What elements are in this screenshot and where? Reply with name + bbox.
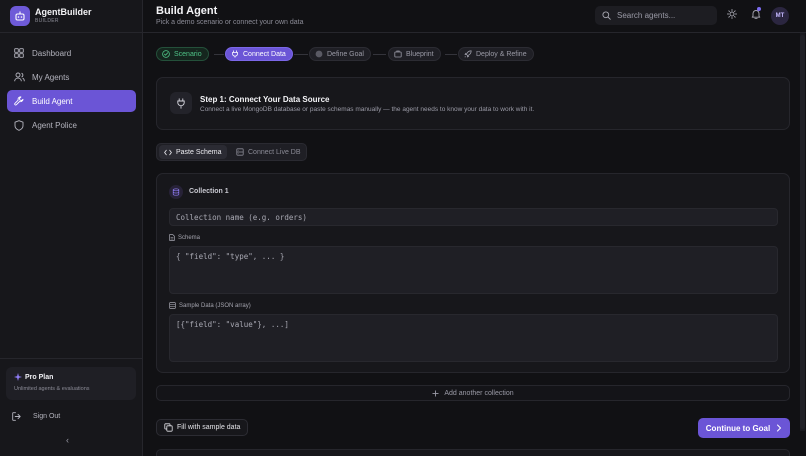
plug-icon <box>231 50 239 58</box>
chevron-right-icon <box>776 424 782 432</box>
users-icon <box>13 71 25 83</box>
notification-dot <box>757 7 761 11</box>
wrench-icon <box>13 95 25 107</box>
sidebar-item-label: My Agents <box>32 72 70 82</box>
fill-sample-data-button[interactable]: Fill with sample data <box>156 419 249 436</box>
tab-connect-live-db[interactable]: Connect Live DB <box>231 145 306 159</box>
database-icon <box>236 148 244 156</box>
step-deploy-refine[interactable]: Deploy & Refine <box>458 47 534 61</box>
tab-label: Connect Live DB <box>248 148 301 156</box>
schema-label-text: Schema <box>178 234 201 241</box>
pro-plan-title: Pro Plan <box>25 374 54 381</box>
data-source-tabs: Paste Schema Connect Live DB <box>156 143 307 161</box>
sample-data-textarea[interactable] <box>169 314 778 362</box>
continue-label: Continue to Goal <box>705 423 771 433</box>
circle-icon <box>315 50 323 58</box>
page-title: Build Agent <box>156 5 218 17</box>
add-collection-label: Add another collection <box>444 389 514 397</box>
sidebar: AgentBuilder BUILDER Dashboard My Agents… <box>0 0 143 456</box>
pro-plan-subtitle: Unlimited agents & evaluations <box>14 386 90 392</box>
theme-toggle-icon[interactable] <box>727 9 737 19</box>
next-card-edge <box>156 449 790 456</box>
step-label: Define Goal <box>327 50 364 58</box>
scrollbar-thumb[interactable] <box>800 35 805 429</box>
sign-out-button[interactable]: Sign Out <box>12 412 60 421</box>
search-icon <box>602 11 611 20</box>
table-icon <box>169 302 176 309</box>
robot-icon <box>10 6 30 26</box>
search-box[interactable] <box>595 6 717 25</box>
pro-plan-card[interactable]: Pro Plan Unlimited agents & evaluations <box>6 367 136 400</box>
brand: AgentBuilder BUILDER <box>0 0 142 33</box>
step-label: Blueprint <box>406 50 434 58</box>
tab-label: Paste Schema <box>176 148 222 156</box>
step-connector <box>214 54 224 55</box>
scrollbar[interactable] <box>800 33 805 431</box>
continue-to-goal-button[interactable]: Continue to Goal <box>698 418 790 438</box>
step-label: Scenario <box>174 50 202 58</box>
page-subtitle: Pick a demo scenario or connect your own… <box>156 19 304 26</box>
rocket-icon <box>464 50 472 58</box>
step-define-goal[interactable]: Define Goal <box>309 47 371 61</box>
file-icon <box>169 234 175 241</box>
search-input[interactable] <box>617 11 712 20</box>
collection-card: Collection 1 Schema Sample Data (JSON ar… <box>156 173 790 373</box>
step-description: Connect a live MongoDB database or paste… <box>200 106 535 113</box>
step-connect-data[interactable]: Connect Data <box>225 47 293 61</box>
step-scenario[interactable]: Scenario <box>156 47 209 61</box>
code-icon <box>164 149 172 156</box>
sidebar-item-label: Build Agent <box>32 96 73 106</box>
step-label: Deploy & Refine <box>476 50 527 58</box>
sidebar-item-my-agents[interactable]: My Agents <box>7 66 136 88</box>
step-title: Step 1: Connect Your Data Source <box>200 95 330 104</box>
sidebar-item-label: Agent Police <box>32 120 77 130</box>
step-connector <box>445 54 457 55</box>
collection-title: Collection 1 <box>189 188 229 195</box>
collapse-sidebar-button[interactable]: ‹ <box>66 435 69 445</box>
blueprint-icon <box>394 50 402 58</box>
dashboard-icon <box>13 47 25 59</box>
copy-icon <box>164 423 173 432</box>
plug-icon <box>170 92 192 114</box>
sidebar-item-label: Dashboard <box>32 48 72 58</box>
sidebar-item-agent-police[interactable]: Agent Police <box>7 114 136 136</box>
tab-paste-schema[interactable]: Paste Schema <box>159 145 227 159</box>
brand-name: AgentBuilder <box>35 7 92 17</box>
main-content: Build Agent Pick a demo scenario or conn… <box>143 0 806 456</box>
check-circle-icon <box>162 50 170 58</box>
step-connector <box>294 54 308 55</box>
user-avatar[interactable]: MT <box>771 7 789 25</box>
sidebar-footer: Pro Plan Unlimited agents & evaluations … <box>0 358 142 456</box>
add-collection-button[interactable]: Add another collection <box>156 385 790 401</box>
sign-out-label: Sign Out <box>33 413 61 420</box>
fill-sample-label: Fill with sample data <box>177 424 241 431</box>
app-root: AgentBuilder BUILDER Dashboard My Agents… <box>0 0 806 456</box>
shield-icon <box>13 119 25 131</box>
logout-icon <box>12 412 21 421</box>
sample-data-label-text: Sample Data (JSON array) <box>179 302 251 309</box>
sample-data-label: Sample Data (JSON array) <box>169 302 251 309</box>
brand-subtitle: BUILDER <box>35 18 59 24</box>
page-header: Build Agent Pick a demo scenario or conn… <box>143 0 806 33</box>
sparkle-icon <box>14 373 22 383</box>
step-label: Connect Data <box>243 50 286 58</box>
step-connector <box>373 54 386 55</box>
database-icon <box>169 185 183 199</box>
sidebar-item-build-agent[interactable]: Build Agent <box>7 90 136 112</box>
collection-name-input[interactable] <box>169 208 778 226</box>
schema-textarea[interactable] <box>169 246 778 294</box>
schema-label: Schema <box>169 234 200 241</box>
plus-icon <box>432 390 439 397</box>
sidebar-item-dashboard[interactable]: Dashboard <box>7 42 136 64</box>
notifications-bell-icon[interactable] <box>751 7 761 19</box>
step-blueprint[interactable]: Blueprint <box>388 47 441 61</box>
step-info-card: Step 1: Connect Your Data Source Connect… <box>156 77 790 130</box>
